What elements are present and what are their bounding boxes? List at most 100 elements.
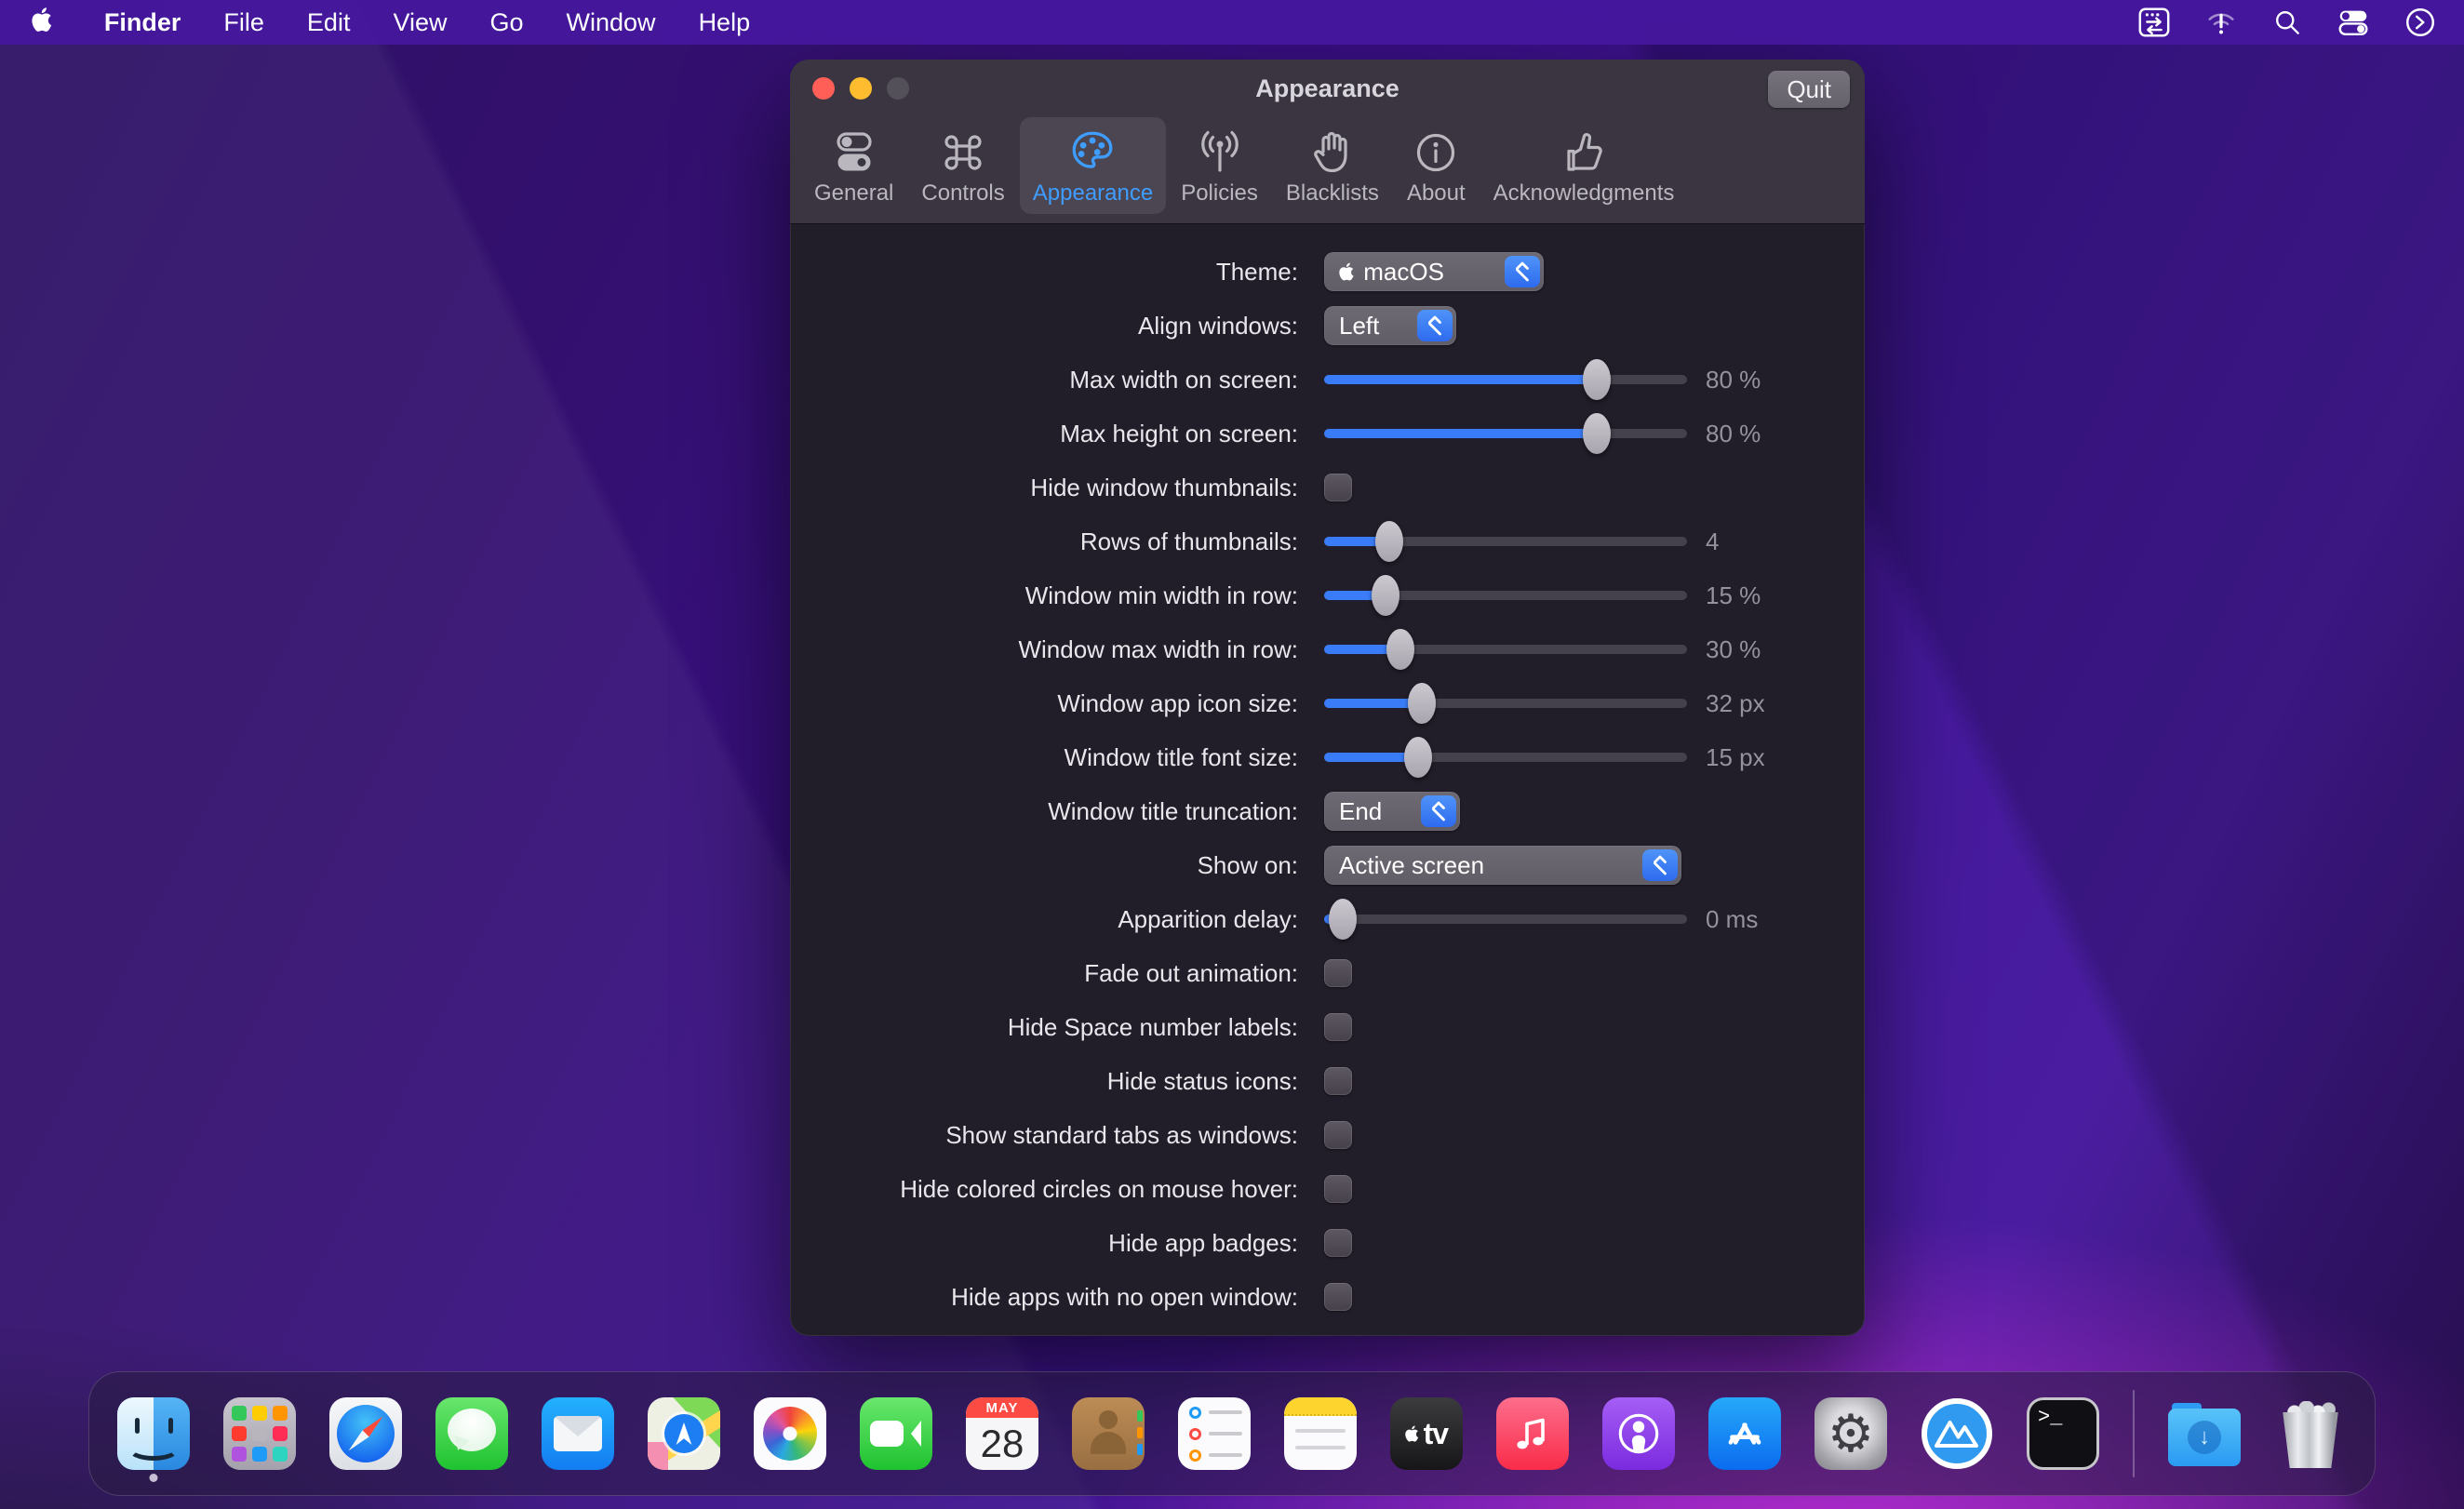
apple-menu[interactable] bbox=[0, 0, 83, 45]
checkbox-14[interactable] bbox=[1324, 1013, 1352, 1041]
slider-knob[interactable] bbox=[1583, 359, 1611, 400]
dock-item-podcasts[interactable] bbox=[1602, 1397, 1675, 1470]
dock-item-calendar[interactable]: MAY28 bbox=[966, 1397, 1038, 1470]
dock-item-safari[interactable] bbox=[329, 1397, 402, 1470]
slider-track[interactable] bbox=[1324, 537, 1687, 546]
dropdown-value: Active screen bbox=[1339, 851, 1484, 880]
slider-7[interactable] bbox=[1324, 629, 1687, 670]
setting-row: Window title font size: 15 px bbox=[790, 730, 1865, 784]
slider-knob[interactable] bbox=[1404, 737, 1432, 778]
slider-track[interactable] bbox=[1324, 915, 1687, 924]
window-switcher-icon[interactable] bbox=[2136, 5, 2172, 40]
toolbar-tabs: GeneralControlsAppearance Policies Blackli… bbox=[790, 117, 1865, 214]
dock-item-finder[interactable] bbox=[117, 1397, 190, 1470]
tab-policies[interactable]: Policies bbox=[1168, 117, 1271, 214]
menu-item-app[interactable]: Finder bbox=[83, 0, 203, 45]
tab-about[interactable]: About bbox=[1394, 117, 1479, 214]
menu-bar: Finder FileEditViewGoWindowHelp bbox=[0, 0, 2464, 45]
slider-12[interactable] bbox=[1324, 899, 1687, 940]
checkbox-16[interactable] bbox=[1324, 1121, 1352, 1149]
close-button[interactable] bbox=[812, 77, 835, 100]
slider-track[interactable] bbox=[1324, 591, 1687, 600]
menu-item-help[interactable]: Help bbox=[677, 0, 772, 45]
dock-item-tv[interactable]: tv bbox=[1390, 1397, 1463, 1470]
dock-item-alttab[interactable] bbox=[1921, 1397, 1993, 1470]
dock-item-maps[interactable] bbox=[648, 1397, 720, 1470]
dock-divider bbox=[2133, 1390, 2135, 1477]
setting-label: Max width on screen: bbox=[790, 366, 1298, 394]
search-icon[interactable] bbox=[2270, 6, 2304, 39]
setting-label: Hide window thumbnails: bbox=[790, 474, 1298, 502]
checkbox-18[interactable] bbox=[1324, 1229, 1352, 1257]
setting-label: Window min width in row: bbox=[790, 581, 1298, 610]
info-icon bbox=[1412, 125, 1460, 177]
menu-item-edit[interactable]: Edit bbox=[286, 0, 372, 45]
stepper-icon bbox=[1417, 310, 1453, 341]
slider-track[interactable] bbox=[1324, 429, 1687, 438]
slider-2[interactable] bbox=[1324, 359, 1687, 400]
tab-blacklists[interactable]: Blacklists bbox=[1273, 117, 1392, 214]
slider-9[interactable] bbox=[1324, 737, 1687, 778]
dock-item-photos[interactable] bbox=[754, 1397, 826, 1470]
slider-track[interactable] bbox=[1324, 645, 1687, 654]
checkbox-19[interactable] bbox=[1324, 1283, 1352, 1311]
wifi-warning-icon[interactable] bbox=[2203, 5, 2239, 40]
dock-item-music[interactable] bbox=[1496, 1397, 1569, 1470]
slider-track[interactable] bbox=[1324, 699, 1687, 708]
slider-3[interactable] bbox=[1324, 413, 1687, 454]
menu-item-view[interactable]: View bbox=[371, 0, 468, 45]
dropdown-0[interactable]: macOS bbox=[1324, 252, 1544, 291]
checkbox-15[interactable] bbox=[1324, 1067, 1352, 1095]
tab-acknowledgments[interactable]: Acknowledgments bbox=[1480, 117, 1688, 214]
tab-appearance[interactable]: Appearance bbox=[1020, 117, 1166, 214]
dock-item-reminders[interactable] bbox=[1178, 1397, 1251, 1470]
dropdown-10[interactable]: End bbox=[1324, 792, 1460, 831]
tab-controls[interactable]: Controls bbox=[908, 117, 1017, 214]
dock-item-downloads[interactable]: ↓ bbox=[2168, 1397, 2241, 1470]
setting-label: Hide Space number labels: bbox=[790, 1013, 1298, 1042]
minimize-button[interactable] bbox=[850, 77, 872, 100]
dropdown-1[interactable]: Left bbox=[1324, 306, 1456, 345]
slider-knob[interactable] bbox=[1375, 521, 1403, 562]
setting-label: Theme: bbox=[790, 258, 1298, 287]
slider-knob[interactable] bbox=[1408, 683, 1436, 724]
tab-general[interactable]: General bbox=[801, 117, 906, 214]
quit-button[interactable]: Quit bbox=[1768, 71, 1850, 108]
dropdown-11[interactable]: Active screen bbox=[1324, 846, 1681, 885]
checkbox-17[interactable] bbox=[1324, 1175, 1352, 1203]
control-center-icon[interactable] bbox=[2336, 5, 2371, 40]
slider-5[interactable] bbox=[1324, 521, 1687, 562]
checkbox-4[interactable] bbox=[1324, 474, 1352, 501]
slider-track[interactable] bbox=[1324, 753, 1687, 762]
dock-item-contacts[interactable] bbox=[1072, 1397, 1145, 1470]
slider-8[interactable] bbox=[1324, 683, 1687, 724]
slider-knob[interactable] bbox=[1386, 629, 1414, 670]
dock-item-appstore[interactable] bbox=[1708, 1397, 1781, 1470]
setting-row: Show standard tabs as windows: bbox=[790, 1108, 1865, 1162]
menu-item-file[interactable]: File bbox=[202, 0, 286, 45]
menu-item-go[interactable]: Go bbox=[469, 0, 545, 45]
dock-item-trash[interactable] bbox=[2274, 1397, 2347, 1470]
slider-track[interactable] bbox=[1324, 375, 1687, 384]
tab-label: About bbox=[1407, 180, 1466, 207]
setting-row: Hide apps with no open window: bbox=[790, 1270, 1865, 1324]
slider-knob[interactable] bbox=[1583, 413, 1611, 454]
user-shell-icon[interactable] bbox=[2403, 5, 2438, 40]
dock-item-launchpad[interactable] bbox=[223, 1397, 296, 1470]
dock-item-system-preferences[interactable]: ⚙ bbox=[1815, 1397, 1887, 1470]
slider-knob[interactable] bbox=[1329, 899, 1357, 940]
running-indicator bbox=[150, 1474, 158, 1482]
dock-item-notes[interactable] bbox=[1284, 1397, 1357, 1470]
setting-label: Window max width in row: bbox=[790, 635, 1298, 664]
dock-item-facetime[interactable] bbox=[860, 1397, 932, 1470]
dock-item-mail[interactable] bbox=[542, 1397, 614, 1470]
setting-row: Hide window thumbnails: bbox=[790, 461, 1865, 514]
slider-value: 15 % bbox=[1706, 581, 1761, 610]
dock-item-messages[interactable] bbox=[435, 1397, 508, 1470]
slider-6[interactable] bbox=[1324, 575, 1687, 616]
slider-knob[interactable] bbox=[1372, 575, 1399, 616]
dock-item-terminal[interactable]: >_ bbox=[2027, 1397, 2099, 1470]
menu-item-window[interactable]: Window bbox=[545, 0, 677, 45]
checkbox-13[interactable] bbox=[1324, 959, 1352, 987]
tab-label: Policies bbox=[1181, 180, 1258, 207]
